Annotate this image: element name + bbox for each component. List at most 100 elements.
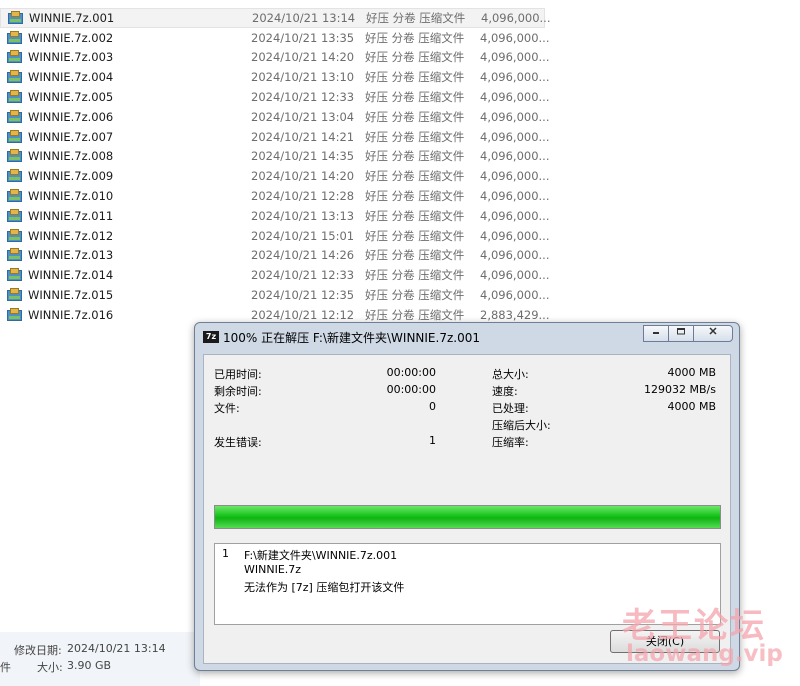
file-name: WINNIE.7z.016 bbox=[28, 307, 114, 322]
file-type: 好压 分卷 压缩文件 bbox=[365, 288, 465, 303]
file-date: 2024/10/21 14:20 bbox=[251, 50, 355, 65]
file-row[interactable]: WINNIE.7z.015 2024/10/21 12:35 好压 分卷 压缩文件 4… bbox=[0, 285, 550, 305]
file-date: 2024/10/21 13:14 bbox=[252, 10, 356, 25]
file-size: 4,096,000... bbox=[480, 288, 550, 303]
total-size-label: 总大小: bbox=[492, 368, 529, 381]
maximize-icon bbox=[677, 328, 685, 335]
compressed-size-label: 压缩后大小: bbox=[492, 419, 551, 432]
close-window-button[interactable] bbox=[693, 325, 733, 342]
archive-file-icon bbox=[8, 10, 24, 25]
file-type: 好压 分卷 压缩文件 bbox=[365, 307, 465, 322]
file-size: 4,096,000... bbox=[480, 129, 550, 144]
archive-file-icon bbox=[7, 268, 23, 282]
file-row[interactable]: WINNIE.7z.002 2024/10/21 13:35 好压 分卷 压缩文件 4… bbox=[0, 28, 550, 48]
file-name: WINNIE.7z.011 bbox=[28, 208, 114, 223]
message-path: F:\新建文件夹\WINNIE.7z.001 bbox=[244, 549, 398, 562]
file-type: 好压 分卷 压缩文件 bbox=[365, 189, 465, 204]
errors-value: 1 bbox=[429, 434, 436, 447]
file-size: 4,096,000... bbox=[480, 70, 550, 85]
file-row[interactable]: WINNIE.7z.009 2024/10/21 14:20 好压 分卷 压缩文件 4… bbox=[0, 166, 550, 186]
file-type: 好压 分卷 压缩文件 bbox=[365, 228, 465, 243]
progress-fill bbox=[215, 506, 720, 528]
dialog-title: 100% 正在解压 F:\新建文件夹\WINNIE.7z.001 bbox=[223, 331, 480, 345]
file-row[interactable]: WINNIE.7z.001 2024/10/21 13:14 好压 分卷 压缩文件 4… bbox=[0, 8, 551, 28]
file-type: 好压 分卷 压缩文件 bbox=[366, 10, 466, 25]
file-name: WINNIE.7z.003 bbox=[28, 50, 114, 65]
file-name: WINNIE.7z.008 bbox=[28, 149, 114, 164]
file-row[interactable]: WINNIE.7z.008 2024/10/21 14:35 好压 分卷 压缩文件 4… bbox=[0, 147, 550, 167]
file-row[interactable]: WINNIE.7z.005 2024/10/21 12:33 好压 分卷 压缩文件 4… bbox=[0, 87, 550, 107]
file-date: 2024/10/21 14:26 bbox=[251, 248, 355, 263]
file-name: WINNIE.7z.002 bbox=[28, 30, 114, 45]
file-date: 2024/10/21 14:21 bbox=[251, 129, 355, 144]
file-name: WINNIE.7z.012 bbox=[28, 228, 114, 243]
message-error: 无法作为 [7z] 压缩包打开该文件 bbox=[244, 581, 405, 594]
file-row[interactable]: WINNIE.7z.003 2024/10/21 14:20 好压 分卷 压缩文件 4… bbox=[0, 48, 550, 68]
file-name: WINNIE.7z.015 bbox=[28, 288, 114, 303]
watermark-en: laowang.vip bbox=[626, 641, 783, 667]
file-type: 好压 分卷 压缩文件 bbox=[365, 50, 465, 65]
archive-file-icon bbox=[7, 228, 23, 243]
file-date: 2024/10/21 12:33 bbox=[251, 268, 355, 283]
file-date: 2024/10/21 12:28 bbox=[251, 189, 355, 204]
processed-label: 已处理: bbox=[492, 402, 529, 415]
file-row[interactable]: WINNIE.7z.006 2024/10/21 13:04 好压 分卷 压缩文件 4… bbox=[0, 107, 550, 127]
file-name: WINNIE.7z.001 bbox=[29, 10, 115, 25]
modified-value: 2024/10/21 13:14 bbox=[67, 642, 166, 655]
archive-file-icon bbox=[7, 129, 23, 144]
remaining-value: 00:00:00 bbox=[386, 383, 436, 396]
message-archive: WINNIE.7z bbox=[244, 563, 302, 576]
archive-file-icon bbox=[7, 248, 23, 262]
archive-file-icon bbox=[7, 109, 23, 124]
file-type: 好压 分卷 压缩文件 bbox=[365, 109, 465, 124]
file-type: 好压 分卷 压缩文件 bbox=[365, 129, 465, 144]
files-label: 文件: bbox=[214, 402, 240, 415]
file-name: WINNIE.7z.010 bbox=[28, 189, 114, 204]
message-index: 1 bbox=[222, 547, 229, 560]
archive-file-icon bbox=[7, 288, 23, 302]
file-size: 4,096,000... bbox=[480, 268, 550, 283]
errors-label: 发生错误: bbox=[214, 436, 262, 449]
speed-label: 速度: bbox=[492, 385, 518, 398]
file-type: 好压 分卷 压缩文件 bbox=[365, 248, 465, 263]
archive-file-icon bbox=[7, 50, 23, 64]
file-row[interactable]: WINNIE.7z.013 2024/10/21 14:26 好压 分卷 压缩文件 4… bbox=[0, 246, 550, 266]
file-type: 好压 分卷 压缩文件 bbox=[365, 268, 465, 283]
file-size: 4,096,000... bbox=[480, 30, 550, 45]
close-icon bbox=[709, 327, 717, 335]
minimize-icon bbox=[653, 332, 659, 334]
file-row[interactable]: WINNIE.7z.007 2024/10/21 14:21 好压 分卷 压缩文件 4… bbox=[0, 127, 550, 147]
file-size: 2,883,429... bbox=[480, 307, 550, 322]
elapsed-label: 已用时间: bbox=[214, 368, 262, 381]
archive-file-icon bbox=[7, 149, 23, 163]
file-row[interactable]: WINNIE.7z.012 2024/10/21 15:01 好压 分卷 压缩文件 4… bbox=[0, 226, 550, 246]
file-name: WINNIE.7z.007 bbox=[28, 129, 114, 144]
file-row[interactable]: WINNIE.7z.004 2024/10/21 13:10 好压 分卷 压缩文件 4… bbox=[0, 67, 550, 87]
file-size: 4,096,000... bbox=[480, 248, 550, 263]
archive-file-icon bbox=[7, 70, 23, 84]
file-date: 2024/10/21 13:35 bbox=[251, 30, 355, 45]
archive-file-icon bbox=[7, 30, 23, 45]
file-type: 好压 分卷 压缩文件 bbox=[365, 149, 465, 164]
file-date: 2024/10/21 13:13 bbox=[251, 208, 355, 223]
file-type: 好压 分卷 压缩文件 bbox=[365, 90, 465, 105]
speed-value: 129032 MB/s bbox=[644, 383, 716, 396]
ratio-label: 压缩率: bbox=[492, 436, 529, 449]
dialog-titlebar[interactable]: 7z 100% 正在解压 F:\新建文件夹\WINNIE.7z.001 bbox=[195, 323, 739, 349]
minimize-button[interactable] bbox=[643, 325, 669, 342]
files-value: 0 bbox=[429, 400, 436, 413]
watermark-cn: 老王论坛 bbox=[622, 606, 766, 646]
file-size: 4,096,000... bbox=[481, 10, 551, 25]
archive-file-icon bbox=[7, 169, 23, 183]
archive-file-icon bbox=[7, 189, 23, 203]
file-list: WINNIE.7z.001 2024/10/21 13:14 好压 分卷 压缩文件 4… bbox=[0, 8, 551, 325]
file-name: WINNIE.7z.009 bbox=[28, 169, 114, 184]
file-row[interactable]: WINNIE.7z.010 2024/10/21 12:28 好压 分卷 压缩文件 4… bbox=[0, 186, 550, 206]
file-row[interactable]: WINNIE.7z.011 2024/10/21 13:13 好压 分卷 压缩文件 4… bbox=[0, 206, 550, 226]
file-row[interactable]: WINNIE.7z.014 2024/10/21 12:33 好压 分卷 压缩文件 4… bbox=[0, 265, 550, 285]
maximize-button[interactable] bbox=[668, 325, 694, 342]
file-date: 2024/10/21 12:33 bbox=[251, 90, 355, 105]
file-size: 4,096,000... bbox=[480, 109, 550, 124]
file-name: WINNIE.7z.004 bbox=[28, 70, 114, 85]
size-value: 3.90 GB bbox=[67, 659, 112, 672]
